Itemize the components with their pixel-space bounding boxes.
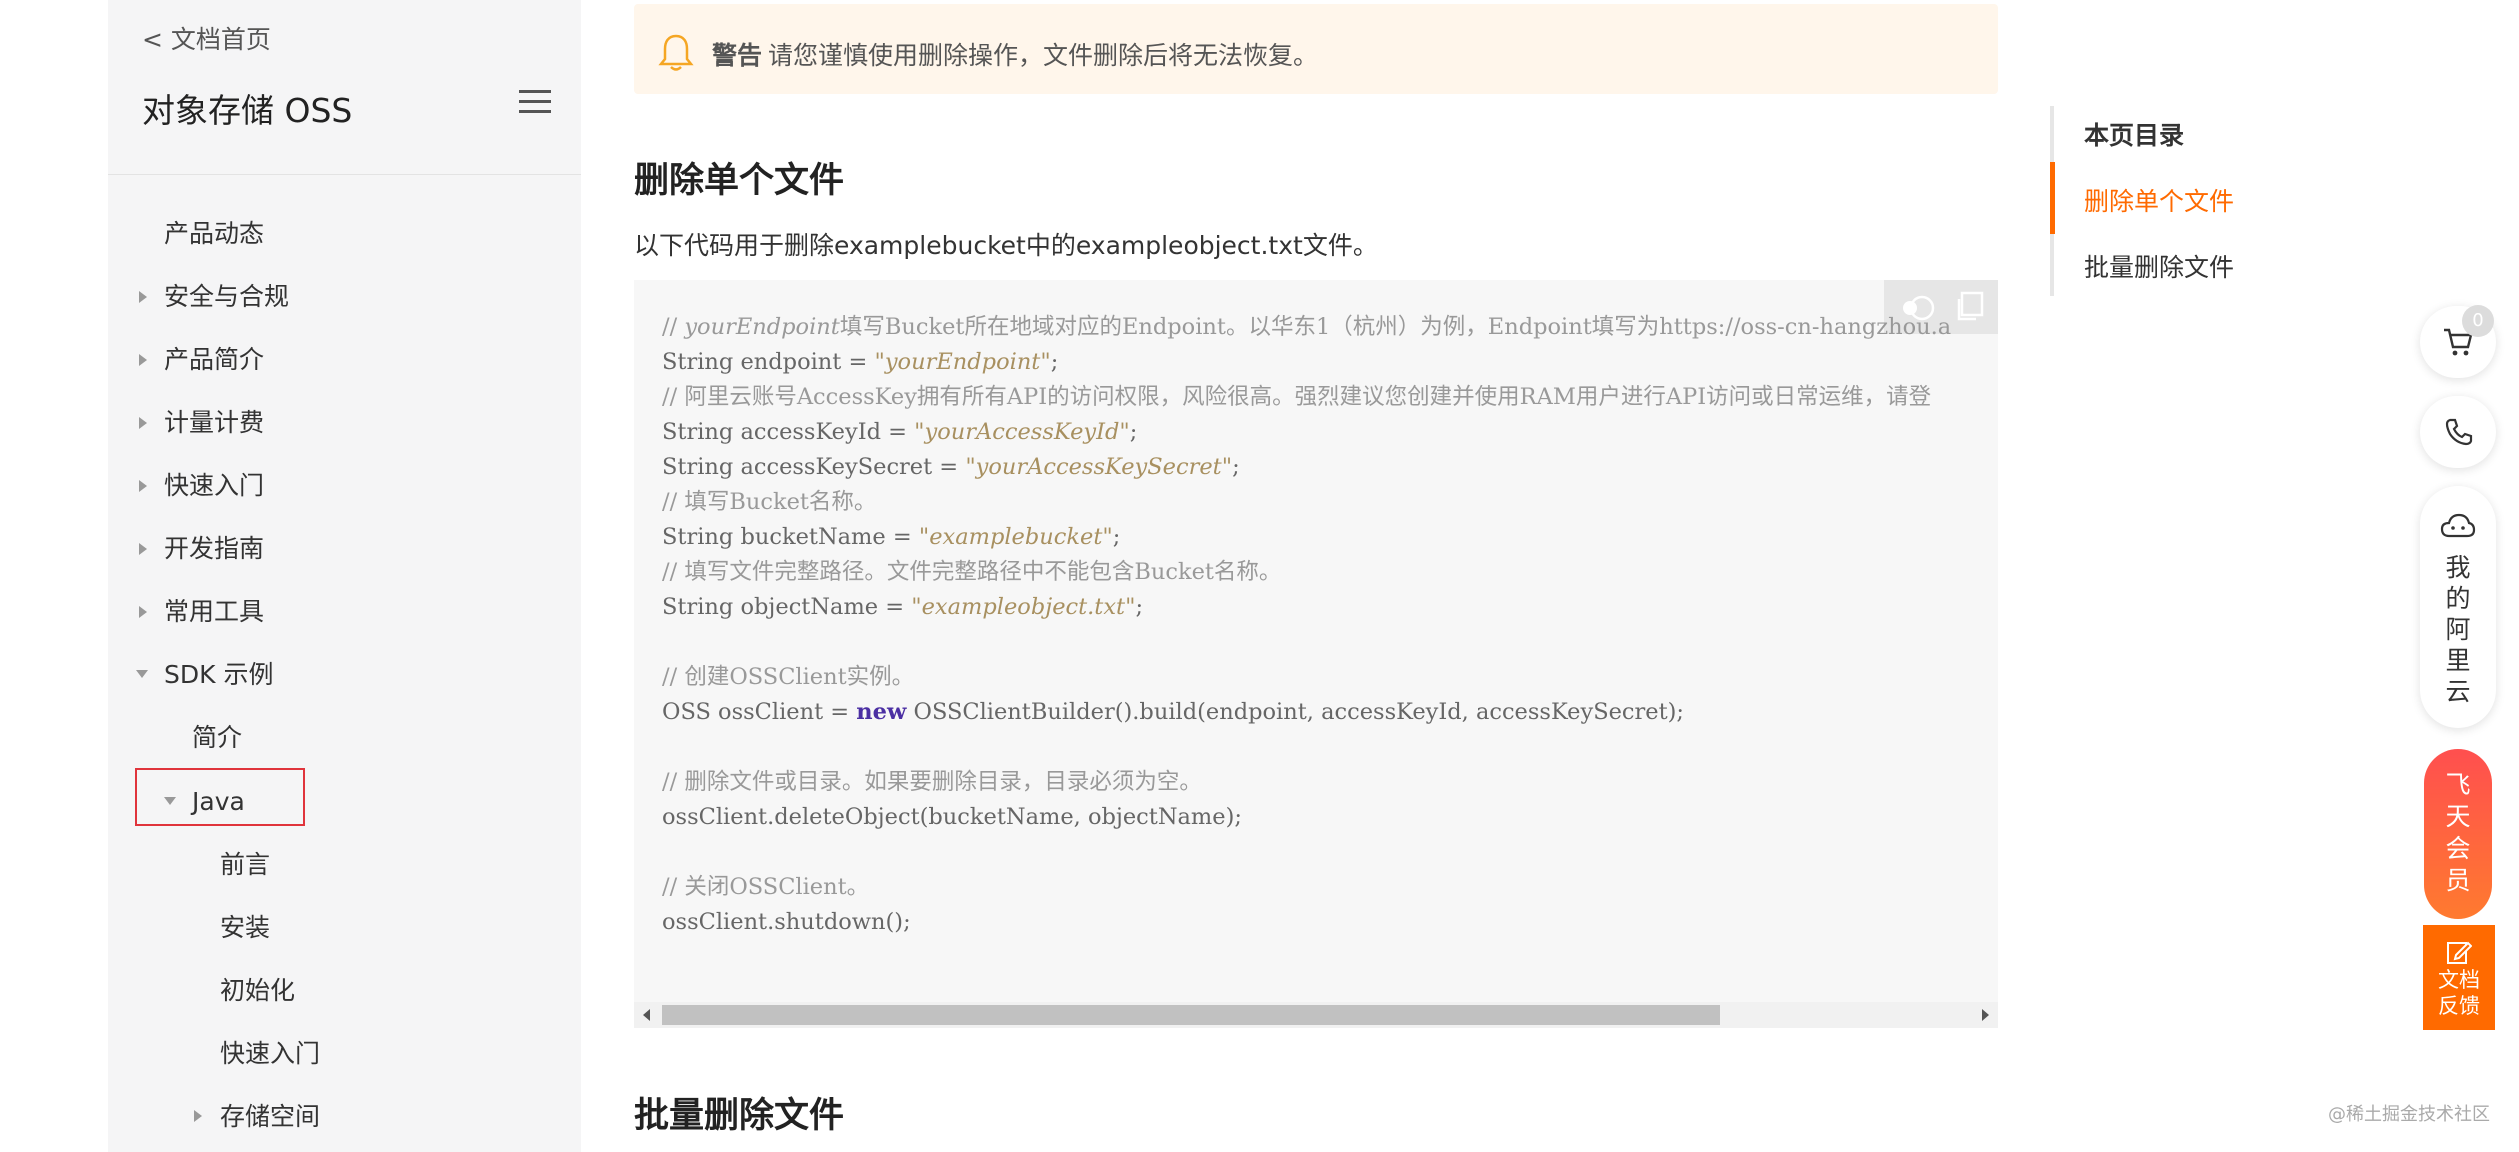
caret-right-icon[interactable] <box>139 606 147 618</box>
toc-active-indicator <box>2050 162 2055 234</box>
warning-text: 请您谨慎使用删除操作，文件删除后将无法恢复。 <box>768 41 1319 70</box>
toc-item-batch-delete[interactable]: 批量删除文件 <box>2084 248 2234 284</box>
caret-right-icon[interactable] <box>139 543 147 555</box>
my-aliyun-char-4: 里 <box>2445 646 2471 675</box>
section-title-delete-single: 删除单个文件 <box>634 161 845 201</box>
page-toc: 本页目录 删除单个文件 批量删除文件 <box>2050 106 2310 296</box>
toc-item-delete-single[interactable]: 删除单个文件 <box>2084 182 2234 218</box>
caret-down-icon[interactable] <box>164 797 176 805</box>
sidebar-item-java-quickstart[interactable]: 快速入门 <box>220 1038 320 1070</box>
product-title: 对象存储 OSS <box>142 91 353 130</box>
sidebar-item-intro[interactable]: 产品简介 <box>164 344 264 376</box>
sidebar-item-preface[interactable]: 前言 <box>220 849 270 881</box>
my-aliyun-char-1: 我 <box>2445 553 2471 582</box>
phone-icon <box>2445 418 2473 446</box>
doc-feedback-button[interactable]: 文档 反馈 <box>2423 925 2495 1030</box>
caret-right-icon[interactable] <box>139 480 147 492</box>
sidebar-item-billing[interactable]: 计量计费 <box>164 407 264 439</box>
back-to-docs-link[interactable]: < 文档首页 <box>142 20 271 56</box>
vip-char-4: 员 <box>2445 866 2471 895</box>
edit-icon <box>2447 941 2472 964</box>
scrollbar-thumb[interactable] <box>662 1005 1720 1025</box>
sidebar-item-quickstart[interactable]: 快速入门 <box>164 470 264 502</box>
my-aliyun-button[interactable]: 我 的 阿 里 云 <box>2420 486 2496 728</box>
sidebar: < 文档首页 对象存储 OSS 产品动态 安全与合规 产品简介 计量计费 快速入… <box>108 0 581 1152</box>
sidebar-item-dev-guide[interactable]: 开发指南 <box>164 533 264 565</box>
caret-right-icon[interactable] <box>139 417 147 429</box>
sidebar-item-sdk-intro[interactable]: 简介 <box>192 722 242 754</box>
code-content: // yourEndpoint填写Bucket所在地域对应的Endpoint。以… <box>662 314 1952 935</box>
watermark: @稀土掘金技术社区 <box>2328 1104 2490 1125</box>
caret-right-icon[interactable] <box>139 291 147 303</box>
my-aliyun-char-2: 的 <box>2445 584 2471 613</box>
sidebar-item-bucket[interactable]: 存储空间 <box>220 1101 320 1133</box>
vip-char-1: 飞 <box>2445 770 2471 799</box>
sidebar-item-product-news[interactable]: 产品动态 <box>164 218 264 250</box>
horizontal-scrollbar[interactable] <box>634 1002 1998 1028</box>
copy-icon[interactable] <box>1956 290 1986 322</box>
scroll-right-icon[interactable] <box>1982 1009 1989 1021</box>
scroll-left-icon[interactable] <box>643 1009 650 1021</box>
bell-icon <box>658 34 694 71</box>
code-block: // yourEndpoint填写Bucket所在地域对应的Endpoint。以… <box>634 280 1998 1028</box>
section-description: 以下代码用于删除examplebucket中的exampleobject.txt… <box>634 231 1378 260</box>
sidebar-divider <box>108 174 581 175</box>
hamburger-menu-icon[interactable] <box>519 90 551 120</box>
sidebar-item-install[interactable]: 安装 <box>220 912 270 944</box>
my-aliyun-char-5: 云 <box>2445 677 2471 706</box>
phone-button[interactable] <box>2420 396 2496 468</box>
caret-right-icon[interactable] <box>194 1110 202 1122</box>
feedback-label-2: 反馈 <box>2438 994 2480 1018</box>
toc-title: 本页目录 <box>2084 121 2185 150</box>
sidebar-item-tools[interactable]: 常用工具 <box>164 596 264 628</box>
vip-char-3: 会 <box>2445 834 2471 863</box>
sidebar-item-java[interactable]: Java <box>192 786 245 818</box>
caret-right-icon[interactable] <box>139 354 147 366</box>
sidebar-item-sdk[interactable]: SDK 示例 <box>164 659 273 691</box>
cloud-icon <box>2440 513 2476 538</box>
section-title-batch-delete: 批量删除文件 <box>634 1096 845 1136</box>
caret-down-icon[interactable] <box>136 670 148 678</box>
warning-banner: 警告 请您谨慎使用删除操作，文件删除后将无法恢复。 <box>634 4 1998 94</box>
sidebar-item-security[interactable]: 安全与合规 <box>164 281 289 313</box>
vip-char-2: 天 <box>2445 802 2471 831</box>
feitian-vip-button[interactable]: 飞 天 会 员 <box>2424 749 2492 919</box>
main-content: 警告 请您谨慎使用删除操作，文件删除后将无法恢复。 删除单个文件 以下代码用于删… <box>634 0 1998 1152</box>
my-aliyun-char-3: 阿 <box>2445 615 2471 644</box>
sidebar-item-init[interactable]: 初始化 <box>220 975 295 1007</box>
warning-label: 警告 <box>712 41 763 70</box>
cart-count-badge: 0 <box>2462 305 2494 337</box>
feedback-label-1: 文档 <box>2438 968 2480 992</box>
